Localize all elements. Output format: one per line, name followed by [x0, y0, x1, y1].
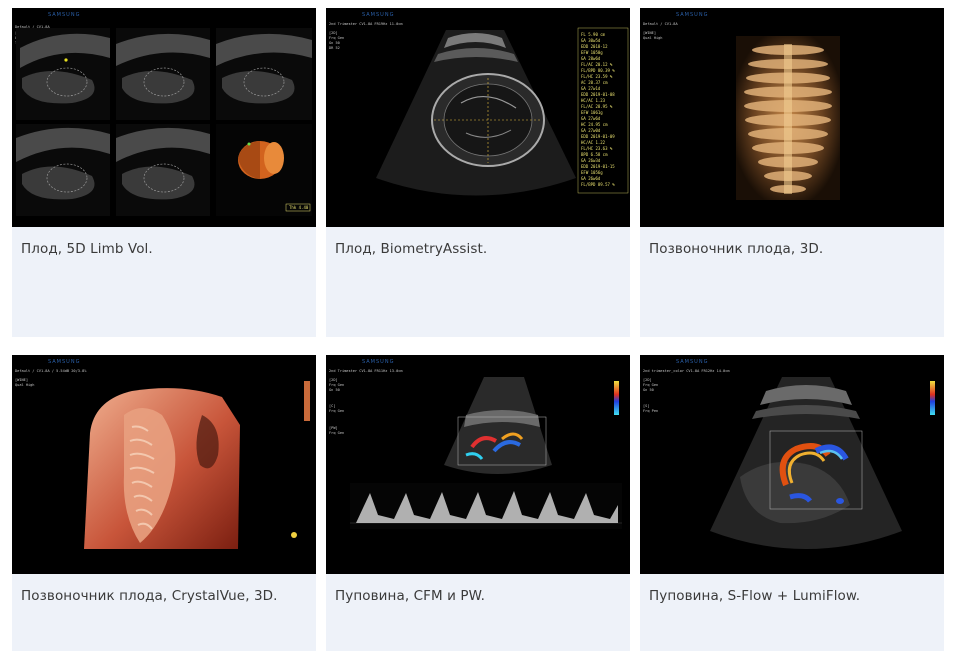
svg-text:[S]: [S]	[643, 404, 650, 408]
svg-text:BPD 6.58 cm: BPD 6.58 cm	[581, 152, 608, 157]
svg-text:GA 30w5d: GA 30w5d	[581, 38, 601, 43]
svg-text:SAMSUNG: SAMSUNG	[676, 359, 708, 365]
umbilical-cord-cfm-pw-image: SAMSUNG 2nd Trimester CV1-8A FR11Hz 13.0…	[326, 355, 630, 574]
svg-text:[C]: [C]	[329, 404, 336, 408]
svg-text:AC 20.37 cm: AC 20.37 cm	[581, 80, 608, 85]
fetus-biometry-assist-image: SAMSUNG 2nd Trimester CV1-8A FR19Hz 11.0…	[326, 8, 630, 227]
gallery-card[interactable]: SAMSUNG 2nd trimester_color CV1-8A FR12H…	[640, 355, 944, 651]
svg-text:FL/BPD 89.57 %: FL/BPD 89.57 %	[581, 182, 615, 187]
svg-text:EFW 1056g: EFW 1056g	[581, 170, 603, 175]
svg-text:Frq Gen: Frq Gen	[329, 383, 344, 387]
svg-text:EFW 1050g: EFW 1050g	[581, 50, 603, 55]
svg-text:SAMSUNG: SAMSUNG	[48, 359, 80, 365]
svg-text:2nd trimester_color CV1-8A F: 2nd trimester_color CV1-8A FR12Hz 14.0cm	[643, 369, 730, 373]
svg-text:GA 28w6d: GA 28w6d	[581, 56, 601, 61]
ultrasound-image[interactable]: SAMSUNG 2nd Trimester CV1-8A FR11Hz 13.0…	[326, 355, 630, 574]
ultrasound-image[interactable]: SAMSUNG Default / CV1-8A [WINE] Qual Hig…	[12, 8, 316, 227]
svg-text:Frq Gen: Frq Gen	[329, 409, 344, 413]
svg-text:Frq Gen: Frq Gen	[643, 383, 658, 387]
svg-text:FL/HC 23.63 %: FL/HC 23.63 %	[581, 146, 613, 151]
card-caption[interactable]: Позвоночник плода, 3D.	[649, 241, 823, 257]
svg-text:[PW]: [PW]	[329, 426, 338, 430]
svg-text:EFW 1061g: EFW 1061g	[581, 110, 603, 115]
svg-text:GA 26w6d: GA 26w6d	[581, 176, 601, 181]
svg-text:FL/AC 20.12 %: FL/AC 20.12 %	[581, 62, 613, 67]
card-caption[interactable]: Плод, BiometryAssist.	[335, 241, 487, 257]
svg-text:GA 26w3d: GA 26w3d	[581, 158, 601, 163]
card-caption[interactable]: Плод, 5D Limb Vol.	[21, 241, 153, 257]
gallery-card[interactable]: SAMSUNG Default / CV1-8A [WINE] Qual Hig…	[12, 8, 316, 337]
svg-text:Frq Gen: Frq Gen	[329, 431, 344, 435]
svg-text:GA 27w0d: GA 27w0d	[581, 128, 601, 133]
ultrasound-image[interactable]: SAMSUNG 2nd Trimester CV1-8A FR19Hz 11.0…	[326, 8, 630, 227]
svg-text:EDD 2019-01-15: EDD 2019-01-15	[581, 164, 615, 169]
ultrasound-image[interactable]: SAMSUNG Default / CV1-8A / 5.54dB 20/3.8…	[12, 355, 316, 574]
svg-text:Default / CV1-8A: Default / CV1-8A	[643, 22, 678, 26]
svg-text:SAMSUNG: SAMSUNG	[362, 12, 394, 18]
svg-text:Qual High: Qual High	[15, 383, 34, 387]
fetus-5d-limb-volume-image: SAMSUNG Default / CV1-8A [WINE] Qual Hig…	[12, 8, 316, 227]
svg-text:SAMSUNG: SAMSUNG	[676, 12, 708, 18]
gallery-card[interactable]: SAMSUNG Default / CV1-8A [WINE] Qual Hig…	[640, 8, 944, 337]
svg-text:Thk 4.40: Thk 4.40	[289, 205, 309, 210]
svg-text:EDD 2019-01-08: EDD 2019-01-08	[581, 92, 615, 97]
svg-text:GA 27w6d: GA 27w6d	[581, 116, 601, 121]
svg-text:Frq Gen: Frq Gen	[329, 36, 344, 40]
ultrasound-image[interactable]: SAMSUNG Default / CV1-8A [WINE] Qual Hig…	[640, 8, 944, 227]
gallery-card[interactable]: SAMSUNG Default / CV1-8A / 5.54dB 20/3.8…	[12, 355, 316, 651]
svg-text:HC 24.95 cm: HC 24.95 cm	[581, 122, 608, 127]
svg-text:FL 5.90 cm: FL 5.90 cm	[581, 32, 606, 37]
card-caption[interactable]: Пуповина, CFM и PW.	[335, 588, 485, 604]
svg-text:DR 52: DR 52	[329, 46, 340, 50]
card-caption[interactable]: Пуповина, S-Flow + LumiFlow.	[649, 588, 860, 604]
svg-text:EDD 2018-12: EDD 2018-12	[581, 44, 608, 49]
umbilical-cord-sflow-lumiflow-image: SAMSUNG 2nd trimester_color CV1-8A FR12H…	[640, 355, 944, 574]
svg-text:[WINE]: [WINE]	[15, 378, 28, 382]
svg-text:SAMSUNG: SAMSUNG	[362, 359, 394, 365]
svg-text:[2D]: [2D]	[643, 378, 652, 382]
svg-text:FL/HC 23.59 %: FL/HC 23.59 %	[581, 74, 613, 79]
svg-text:Frq Pen: Frq Pen	[643, 409, 658, 413]
gallery-card[interactable]: SAMSUNG 2nd Trimester CV1-8A FR19Hz 11.0…	[326, 8, 630, 337]
svg-text:GA 27w1d: GA 27w1d	[581, 86, 601, 91]
svg-text:2nd Trimester CV1-8A FR11Hz: 2nd Trimester CV1-8A FR11Hz 13.0cm	[329, 369, 403, 373]
svg-text:[2D]: [2D]	[329, 378, 338, 382]
fetal-spine-crystalvue-image: SAMSUNG Default / CV1-8A / 5.54dB 20/3.8…	[12, 355, 316, 574]
gallery-grid: SAMSUNG Default / CV1-8A [WINE] Qual Hig…	[0, 0, 956, 653]
svg-text:Gn 50: Gn 50	[643, 388, 654, 392]
card-caption[interactable]: Позвоночник плода, CrystalVue, 3D.	[21, 588, 278, 604]
svg-text:EDD 2019-01-09: EDD 2019-01-09	[581, 134, 615, 139]
fetal-spine-3d-image: SAMSUNG Default / CV1-8A [WINE] Qual Hig…	[640, 8, 944, 227]
ultrasound-image[interactable]: SAMSUNG 2nd trimester_color CV1-8A FR12H…	[640, 355, 944, 574]
svg-text:FL/BPD 80.39 %: FL/BPD 80.39 %	[581, 68, 615, 73]
brand-logo: SAMSUNG	[48, 12, 80, 18]
svg-text:2nd Trimester CV1-8A FR19Hz: 2nd Trimester CV1-8A FR19Hz 11.0cm	[329, 22, 403, 26]
svg-text:Qual High: Qual High	[643, 36, 662, 40]
svg-text:Gn 50: Gn 50	[329, 41, 340, 45]
svg-text:Default / CV1-8A / 5.54dB 20/3: Default / CV1-8A / 5.54dB 20/3.8%	[15, 369, 87, 373]
svg-text:HC/AC 1.23: HC/AC 1.23	[581, 98, 606, 103]
svg-text:Gn 50: Gn 50	[329, 388, 340, 392]
svg-text:HC/AC 1.22: HC/AC 1.22	[581, 140, 606, 145]
svg-text:[2D]: [2D]	[329, 31, 338, 35]
svg-text:[WINE]: [WINE]	[643, 31, 656, 35]
svg-text:FL/AC 28.95 %: FL/AC 28.95 %	[581, 104, 613, 109]
gallery-card[interactable]: SAMSUNG 2nd Trimester CV1-8A FR11Hz 13.0…	[326, 355, 630, 651]
